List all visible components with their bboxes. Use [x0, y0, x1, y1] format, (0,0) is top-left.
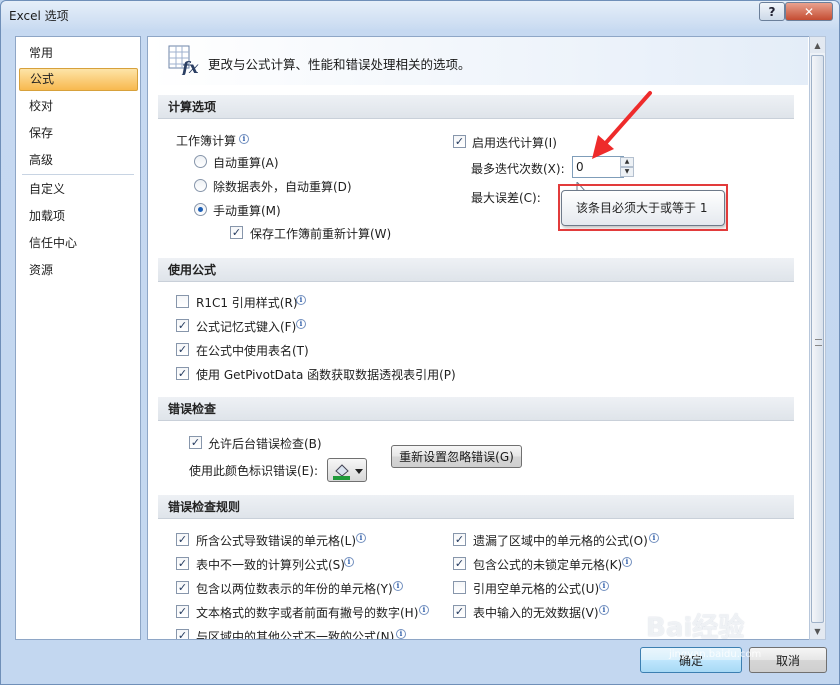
close-button[interactable]: ✕ [785, 2, 833, 21]
scroll-thumb[interactable] [811, 55, 824, 623]
rule-inconsistent-region-label: 与区域中的其他公式不一致的公式(N) [196, 630, 395, 640]
checkbox-rule-omitted-cells[interactable]: ✓ [453, 533, 466, 546]
rule-omitted-cells-label: 遗漏了区域中的单元格的公式(O) [473, 534, 648, 548]
checkbox-rule-inconsistent-region[interactable]: ✓ [176, 629, 189, 639]
spin-down-icon[interactable]: ▼ [620, 167, 634, 177]
sidebar-item-formulas[interactable]: 公式 [19, 68, 138, 91]
checkbox-rule-two-digit-years[interactable]: ✓ [176, 581, 189, 594]
radio-automatic[interactable] [194, 155, 207, 168]
formula-autocomplete-label: 公式记忆式键入(F) [196, 320, 297, 334]
info-icon: i [599, 605, 609, 615]
info-icon: i [649, 533, 659, 543]
max-change-label: 最大误差(C): [471, 191, 541, 205]
options-panel: fx 更改与公式计算、性能和错误处理相关的选项。 计算选项 工作簿计算 i 自动… [147, 36, 824, 640]
info-icon: i [296, 319, 306, 329]
radio-auto-except-tables-label: 除数据表外，自动重算(D) [213, 180, 352, 194]
sidebar: 常用 公式 校对 保存 高级 自定义 加载项 信任中心 资源 [15, 36, 141, 640]
rule-error-formulas-label: 所含公式导致错误的单元格(L) [196, 534, 357, 548]
rule-invalid-data-label: 表中输入的无效数据(V) [473, 606, 599, 620]
section-calculation: 计算选项 [158, 95, 794, 119]
radio-manual-label: 手动重算(M) [213, 204, 281, 218]
panel-header: fx 更改与公式计算、性能和错误处理相关的选项。 [148, 37, 808, 85]
checkbox-rule-inconsistent-column[interactable]: ✓ [176, 557, 189, 570]
getpivotdata-label: 使用 GetPivotData 函数获取数据透视表引用(P) [196, 368, 456, 382]
scroll-down-icon[interactable]: ▼ [810, 623, 825, 639]
checkbox-rule-invalid-data[interactable]: ✓ [453, 605, 466, 618]
checkbox-enable-iterative[interactable]: ✓ [453, 135, 466, 148]
info-icon: i [622, 557, 632, 567]
recalc-before-save-label: 保存工作簿前重新计算(W) [250, 227, 392, 241]
red-highlight-box [558, 184, 728, 231]
error-color-label: 使用此颜色标识错误(E): [189, 464, 318, 478]
checkbox-recalc-before-save[interactable]: ✓ [230, 226, 243, 239]
red-arrow-icon [592, 91, 652, 159]
watermark-url: jingyan.baidu.com [669, 649, 762, 660]
table-names-label: 在公式中使用表名(T) [196, 344, 309, 358]
info-icon: i [344, 557, 354, 567]
window-title: Excel 选项 [9, 9, 69, 23]
rule-unlocked-cells-label: 包含公式的未锁定单元格(K) [473, 558, 623, 572]
checkbox-rule-empty-cells[interactable]: ✓ [453, 581, 466, 594]
reset-ignored-errors-button[interactable]: 重新设置忽略错误(G) [391, 445, 522, 468]
checkbox-getpivotdata[interactable]: ✓ [176, 367, 189, 380]
title-bar: Excel 选项 ? ✕ [1, 1, 839, 29]
svg-text:fx: fx [181, 58, 199, 75]
checkbox-background-error-checking[interactable]: ✓ [189, 436, 202, 449]
watermark-logo: Bai经验 [646, 613, 745, 643]
error-color-picker[interactable] [327, 458, 367, 482]
scroll-up-icon[interactable]: ▲ [810, 37, 825, 53]
checkbox-rule-unlocked-cells[interactable]: ✓ [453, 557, 466, 570]
help-button[interactable]: ? [759, 2, 785, 21]
radio-automatic-label: 自动重算(A) [213, 156, 279, 170]
info-icon: i [396, 629, 406, 639]
checkbox-rule-text-numbers[interactable]: ✓ [176, 605, 189, 618]
grip-icon [815, 339, 822, 346]
info-icon: i [239, 134, 249, 144]
checkbox-rule-error-formulas[interactable]: ✓ [176, 533, 189, 546]
sidebar-item-popular[interactable]: 常用 [19, 42, 138, 65]
excel-options-dialog: Excel 选项 ? ✕ 常用 公式 校对 保存 高级 自定义 加载项 信任中心… [0, 0, 840, 685]
workbook-calc-label: 工作簿计算 [176, 134, 237, 148]
checkbox-formula-autocomplete[interactable]: ✓ [176, 319, 189, 332]
vertical-scrollbar[interactable]: ▲ ▼ [809, 36, 826, 640]
enable-iterative-label: 启用迭代计算(I) [472, 136, 557, 150]
paint-bucket-icon [333, 464, 363, 480]
section-error-rules: 错误检查规则 [158, 495, 794, 519]
info-icon: i [599, 581, 609, 591]
sidebar-item-resources[interactable]: 资源 [19, 259, 138, 282]
background-error-checking-label: 允许后台错误检查(B) [208, 437, 322, 451]
info-icon: i [356, 533, 366, 543]
rule-empty-cells-label: 引用空单元格的公式(U) [473, 582, 600, 596]
rule-two-digit-years-label: 包含以两位数表示的年份的单元格(Y) [196, 582, 393, 596]
section-using-formulas: 使用公式 [158, 258, 794, 282]
fx-icon: fx [168, 45, 199, 75]
sidebar-item-proofing[interactable]: 校对 [19, 95, 138, 118]
section-error-checking: 错误检查 [158, 397, 794, 421]
sidebar-item-save[interactable]: 保存 [19, 122, 138, 145]
panel-description: 更改与公式计算、性能和错误处理相关的选项。 [208, 57, 471, 72]
sidebar-item-trust-center[interactable]: 信任中心 [19, 232, 138, 255]
info-icon: i [296, 295, 306, 305]
checkbox-r1c1[interactable]: ✓ [176, 295, 189, 308]
rule-text-numbers-label: 文本格式的数字或者前面有撇号的数字(H) [196, 606, 419, 620]
r1c1-label: R1C1 引用样式(R) [196, 296, 298, 310]
rule-inconsistent-column-label: 表中不一致的计算列公式(S) [196, 558, 345, 572]
radio-manual[interactable] [194, 203, 207, 216]
sidebar-divider [22, 174, 134, 175]
max-iterations-label: 最多迭代次数(X): [471, 162, 565, 176]
sidebar-item-addins[interactable]: 加载项 [19, 205, 138, 228]
radio-auto-except-tables[interactable] [194, 179, 207, 192]
checkbox-table-names[interactable]: ✓ [176, 343, 189, 356]
sidebar-item-customize[interactable]: 自定义 [19, 178, 138, 201]
info-icon: i [393, 581, 403, 591]
sidebar-item-advanced[interactable]: 高级 [19, 149, 138, 172]
info-icon: i [419, 605, 429, 615]
